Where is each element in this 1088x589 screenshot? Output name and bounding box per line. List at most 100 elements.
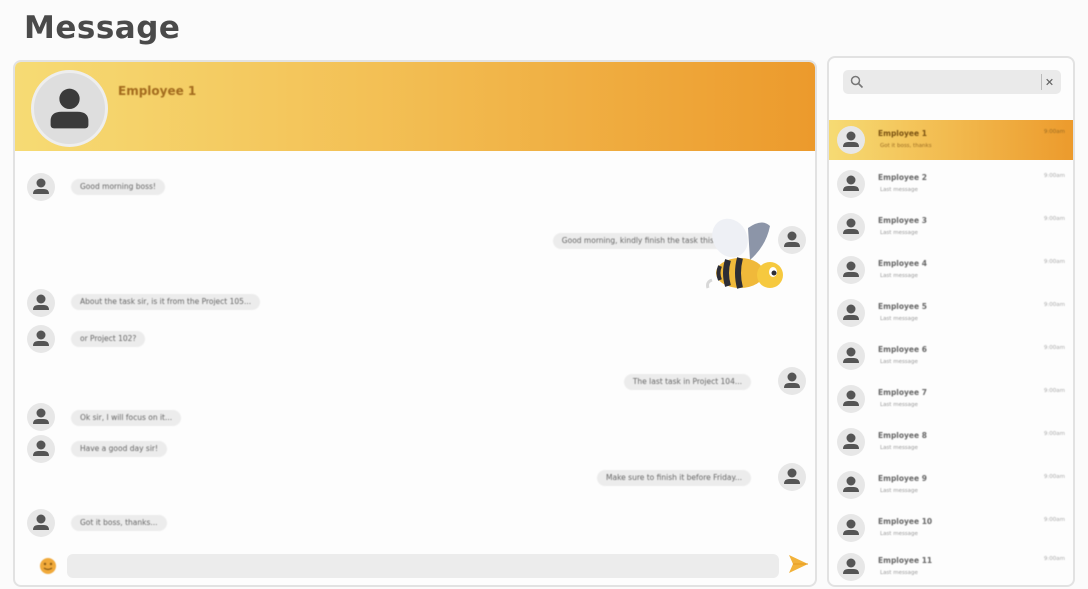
- message-bubble: The last task in Project 104...: [623, 374, 751, 390]
- message-bubble: Have a good day sir!: [71, 441, 167, 457]
- message-avatar: [27, 289, 55, 317]
- contact-avatar: [837, 256, 865, 284]
- message-composer: [15, 547, 815, 585]
- contact-avatar: [837, 299, 865, 327]
- contact-preview: Last message: [880, 402, 918, 408]
- person-avatar-icon: [843, 558, 859, 574]
- contact-item[interactable]: Employee 1 Got it boss, thanks 9:00am: [829, 120, 1073, 160]
- contact-time: 9:00am: [1043, 129, 1065, 135]
- person-avatar-icon: [843, 347, 859, 363]
- contact-name: Employee 4: [878, 259, 927, 268]
- contact-time: 9:00am: [1043, 216, 1065, 222]
- person-avatar-icon: [843, 390, 859, 406]
- contact-avatar: [837, 471, 865, 499]
- contact-item[interactable]: Employee 3 Last message 9:00am: [829, 207, 1073, 247]
- contact-item[interactable]: Employee 8 Last message 9:00am: [829, 422, 1073, 462]
- contact-time: 9:00am: [1043, 302, 1065, 308]
- person-avatar-icon: [33, 440, 49, 456]
- person-avatar-icon: [843, 218, 859, 234]
- contact-time: 9:00am: [1043, 345, 1065, 351]
- contact-name: Employee 7: [878, 388, 927, 397]
- message-input[interactable]: [67, 554, 779, 578]
- contact-preview: Last message: [880, 316, 918, 322]
- contacts-panel: Employee 1 Got it boss, thanks 9:00am Em…: [827, 56, 1075, 587]
- contact-name: Employee 11: [878, 556, 933, 565]
- contact-name: Employee 1: [118, 84, 197, 98]
- person-avatar-icon: [784, 372, 800, 388]
- contact-item[interactable]: Employee 11 Last message 9:00am: [829, 547, 1073, 585]
- message-avatar: [27, 173, 55, 201]
- contact-time: 9:00am: [1043, 388, 1065, 394]
- contact-name: Employee 9: [878, 474, 927, 483]
- contact-preview: Last message: [880, 273, 918, 279]
- person-avatar-icon: [33, 408, 49, 424]
- contact-avatar: [837, 213, 865, 241]
- contact-name: Employee 10: [878, 517, 933, 526]
- contact-preview: Last message: [880, 570, 918, 576]
- contact-avatar: [837, 428, 865, 456]
- contact-avatar[interactable]: [31, 70, 108, 147]
- message-bubble: or Project 102?: [71, 331, 146, 347]
- contact-preview: Last message: [880, 359, 918, 365]
- contact-name: Employee 6: [878, 345, 927, 354]
- message-avatar: [778, 367, 806, 395]
- contact-time: 9:00am: [1043, 517, 1065, 523]
- contact-time: 9:00am: [1043, 556, 1065, 562]
- contact-name: Employee 5: [878, 302, 927, 311]
- person-avatar-icon: [843, 304, 859, 320]
- send-icon[interactable]: [787, 553, 809, 575]
- contact-item[interactable]: Employee 2 Last message 9:00am: [829, 164, 1073, 204]
- person-avatar-icon: [843, 476, 859, 492]
- message-bubble: Good morning boss!: [71, 179, 165, 195]
- bee-mascot-icon: [706, 218, 783, 289]
- emoji-icon[interactable]: [37, 555, 59, 577]
- contact-time: 9:00am: [1043, 259, 1065, 265]
- message-avatar: [27, 435, 55, 463]
- person-avatar-icon: [50, 88, 89, 129]
- contact-preview: Got it boss, thanks: [880, 143, 932, 149]
- contact-item[interactable]: Employee 4 Last message 9:00am: [829, 250, 1073, 290]
- contact-preview: Last message: [880, 531, 918, 537]
- contact-avatar: [837, 342, 865, 370]
- message-avatar: [778, 463, 806, 491]
- contact-preview: Last message: [880, 230, 918, 236]
- contact-time: 9:00am: [1043, 173, 1065, 179]
- chat-panel: Employee 1 Good morning boss! Good morni…: [13, 60, 817, 587]
- contact-item[interactable]: Employee 7 Last message 9:00am: [829, 379, 1073, 419]
- person-avatar-icon: [843, 175, 859, 191]
- message-bubble: Make sure to finish it before Friday...: [597, 470, 751, 486]
- chat-header: Employee 1: [15, 62, 815, 151]
- contact-avatar: [837, 514, 865, 542]
- person-avatar-icon: [843, 433, 859, 449]
- person-avatar-icon: [784, 468, 800, 484]
- contact-item[interactable]: Employee 10 Last message 9:00am: [829, 508, 1073, 548]
- person-avatar-icon: [843, 261, 859, 277]
- person-avatar-icon: [33, 514, 49, 530]
- contact-name: Employee 1: [878, 129, 927, 138]
- contact-preview: Last message: [880, 187, 918, 193]
- contact-avatar: [837, 126, 865, 154]
- contact-avatar: [837, 553, 865, 581]
- contact-item[interactable]: Employee 5 Last message 9:00am: [829, 293, 1073, 333]
- person-avatar-icon: [33, 178, 49, 194]
- contact-avatar: [837, 170, 865, 198]
- search-icon: [850, 75, 864, 89]
- contact-name: Employee 2: [878, 173, 927, 182]
- contact-item[interactable]: Employee 6 Last message 9:00am: [829, 336, 1073, 376]
- contact-preview: Last message: [880, 445, 918, 451]
- clear-icon[interactable]: [1041, 74, 1057, 90]
- page-title: Message: [24, 10, 181, 46]
- message-bubble: About the task sir, is it from the Proje…: [71, 294, 261, 310]
- contact-search[interactable]: [843, 70, 1061, 94]
- person-avatar-icon: [33, 330, 49, 346]
- contact-item[interactable]: Employee 9 Last message 9:00am: [829, 465, 1073, 505]
- person-avatar-icon: [843, 131, 859, 147]
- message-avatar: [27, 509, 55, 537]
- message-avatar: [27, 325, 55, 353]
- message-bubble: Got it boss, thanks...: [71, 515, 167, 531]
- contact-name: Employee 8: [878, 431, 927, 440]
- contact-time: 9:00am: [1043, 474, 1065, 480]
- message-avatar: [27, 403, 55, 431]
- person-avatar-icon: [843, 519, 859, 535]
- person-avatar-icon: [33, 294, 49, 310]
